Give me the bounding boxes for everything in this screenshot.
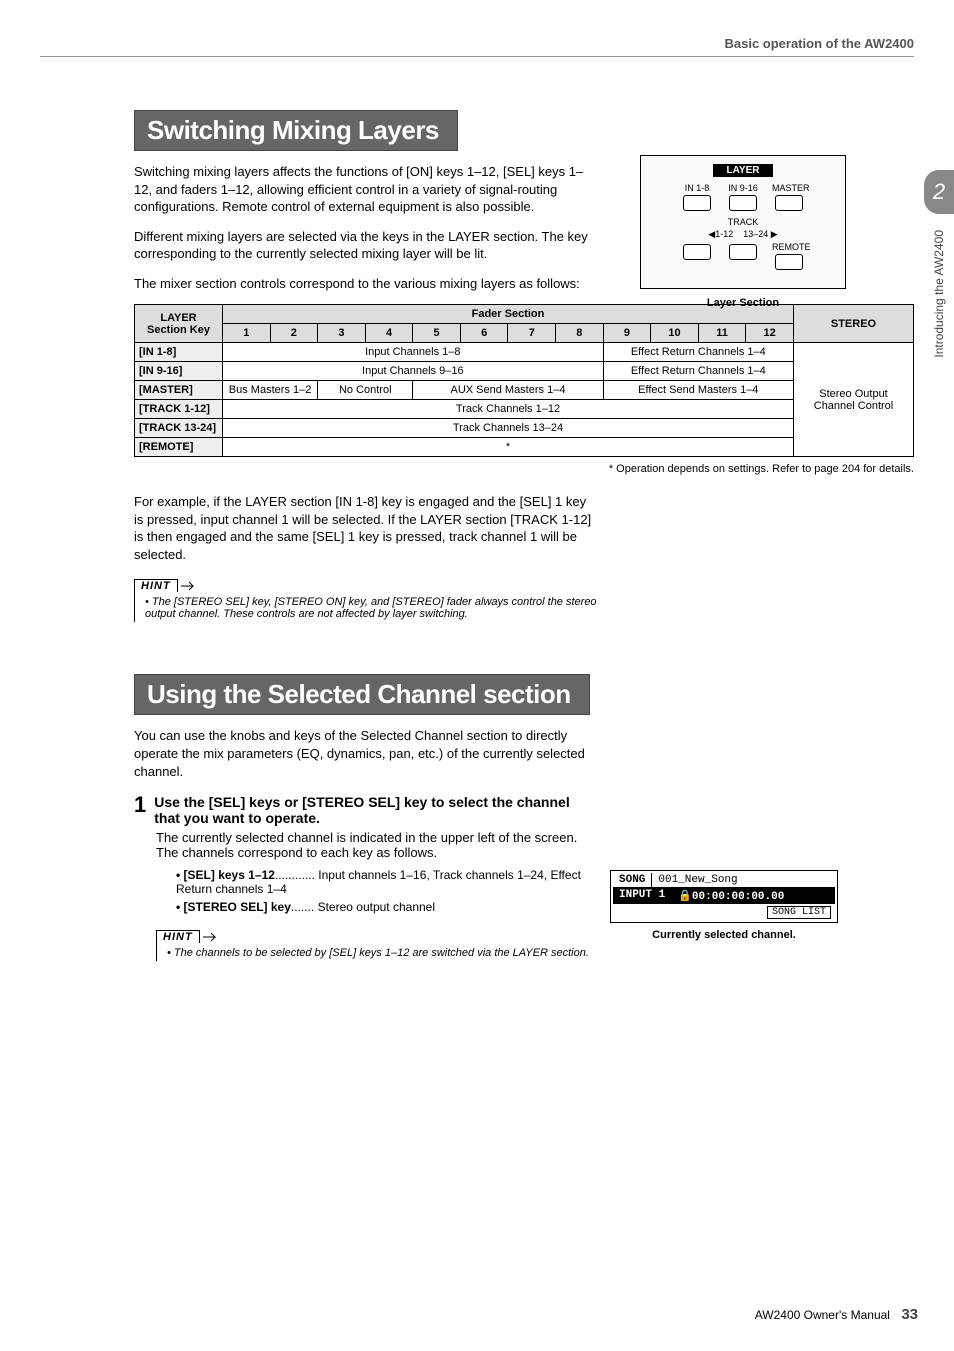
- table-rowhead: [MASTER]: [135, 381, 223, 400]
- layer-key-remote: REMOTE: [772, 242, 806, 270]
- table-rowhead: [REMOTE]: [135, 438, 223, 457]
- table-cell: AUX Send Masters 1–4: [413, 381, 603, 400]
- step-body: The currently selected channel is indica…: [156, 830, 591, 860]
- layer-mapping-table: LAYER Section Key Fader Section STEREO 1…: [134, 304, 914, 457]
- table-cell: Effect Return Channels 1–4: [603, 362, 793, 381]
- layer-key-track-1-12: [680, 242, 714, 270]
- col-num: 12: [746, 324, 794, 343]
- table-cell: Input Channels 1–8: [223, 343, 604, 362]
- table-cell: Bus Masters 1–2: [223, 381, 318, 400]
- hint-box: HINT • The [STEREO SEL] key, [STEREO ON]…: [134, 577, 859, 622]
- lcd-song-label: SONG: [613, 873, 652, 887]
- bullet-item: • [SEL] keys 1–12............ Input chan…: [176, 868, 591, 896]
- lcd-input-label: INPUT 1: [613, 888, 672, 904]
- lcd-caption: Currently selected channel.: [610, 929, 838, 941]
- table-header-stereo: STEREO: [794, 305, 914, 343]
- hint-label: HINT: [156, 930, 200, 943]
- table-cell: Effect Return Channels 1–4: [603, 343, 793, 362]
- hint-arrow-icon: [181, 580, 199, 592]
- paragraph: Switching mixing layers affects the func…: [134, 163, 599, 216]
- breadcrumb: Basic operation of the AW2400: [724, 36, 914, 51]
- table-cell: No Control: [318, 381, 413, 400]
- lcd-song-value: 001_New_Song: [652, 873, 835, 887]
- layer-section-figure: LAYER IN 1-8 IN 9-16 MASTER TRACK ◀1-12 …: [640, 155, 846, 309]
- col-num: 10: [651, 324, 699, 343]
- lcd-time-value: 🔒00:00:00:00.00: [672, 888, 835, 904]
- figure-caption: Layer Section: [640, 297, 846, 309]
- track-right-label: 13–24 ▶: [743, 229, 777, 239]
- paragraph: You can use the knobs and keys of the Se…: [134, 727, 599, 780]
- step-number: 1: [134, 794, 146, 826]
- table-header-layer-key: LAYER Section Key: [135, 305, 223, 343]
- lcd-songlist-button: SONG LIST: [767, 906, 831, 919]
- col-num: 9: [603, 324, 651, 343]
- section-title-switching: Switching Mixing Layers: [134, 110, 458, 151]
- table-cell: *: [223, 438, 794, 457]
- table-rowhead: [TRACK 1-12]: [135, 400, 223, 419]
- paragraph: For example, if the LAYER section [IN 1-…: [134, 493, 599, 563]
- side-chapter-label: Introducing the AW2400: [932, 230, 946, 358]
- table-cell: Input Channels 9–16: [223, 362, 604, 381]
- bullet-item: • [STEREO SEL] key....... Stereo output …: [176, 900, 591, 914]
- header-rule: [40, 56, 914, 57]
- track-label: TRACK: [649, 217, 837, 227]
- table-rowhead: [IN 9-16]: [135, 362, 223, 381]
- col-num: 5: [413, 324, 461, 343]
- paragraph: Different mixing layers are selected via…: [134, 228, 599, 263]
- col-num: 8: [556, 324, 604, 343]
- paragraph: The mixer section controls correspond to…: [134, 275, 599, 293]
- col-num: 2: [270, 324, 318, 343]
- table-cell: Effect Send Masters 1–4: [603, 381, 793, 400]
- hint-text: • The [STEREO SEL] key, [STEREO ON] key,…: [134, 592, 605, 622]
- lcd-figure: SONG 001_New_Song INPUT 1 🔒00:00:00:00.0…: [610, 870, 838, 941]
- table-rowhead: [TRACK 13-24]: [135, 419, 223, 438]
- col-num: 11: [698, 324, 746, 343]
- hint-label: HINT: [134, 579, 178, 592]
- page-footer: AW2400 Owner's Manual 33: [755, 1306, 918, 1323]
- col-num: 1: [223, 324, 271, 343]
- chapter-tab: 2: [924, 170, 954, 214]
- table-cell: Track Channels 1–12: [223, 400, 794, 419]
- footer-page-number: 33: [901, 1306, 918, 1323]
- col-num: 7: [508, 324, 556, 343]
- table-cell: Track Channels 13–24: [223, 419, 794, 438]
- layer-key-track-13-24: [726, 242, 760, 270]
- section-title-selected-channel: Using the Selected Channel section: [134, 674, 590, 715]
- col-num: 3: [318, 324, 366, 343]
- hint-text: • The channels to be selected by [SEL] k…: [156, 943, 627, 961]
- hint-arrow-icon: [203, 931, 221, 943]
- layer-key-master: MASTER: [772, 183, 806, 211]
- layer-title: LAYER: [713, 164, 773, 177]
- layer-key-in-9-16: IN 9-16: [726, 183, 760, 211]
- layer-key-in-1-8: IN 1-8: [680, 183, 714, 211]
- col-num: 6: [460, 324, 508, 343]
- footer-manual-name: AW2400 Owner's Manual: [755, 1308, 890, 1322]
- table-rowhead: [IN 1-8]: [135, 343, 223, 362]
- table-cell-stereo: Stereo Output Channel Control: [794, 343, 914, 457]
- track-left-label: ◀1-12: [708, 229, 733, 239]
- table-footnote: * Operation depends on settings. Refer t…: [134, 463, 914, 475]
- step-heading: Use the [SEL] keys or [STEREO SEL] key t…: [154, 794, 584, 826]
- col-num: 4: [365, 324, 413, 343]
